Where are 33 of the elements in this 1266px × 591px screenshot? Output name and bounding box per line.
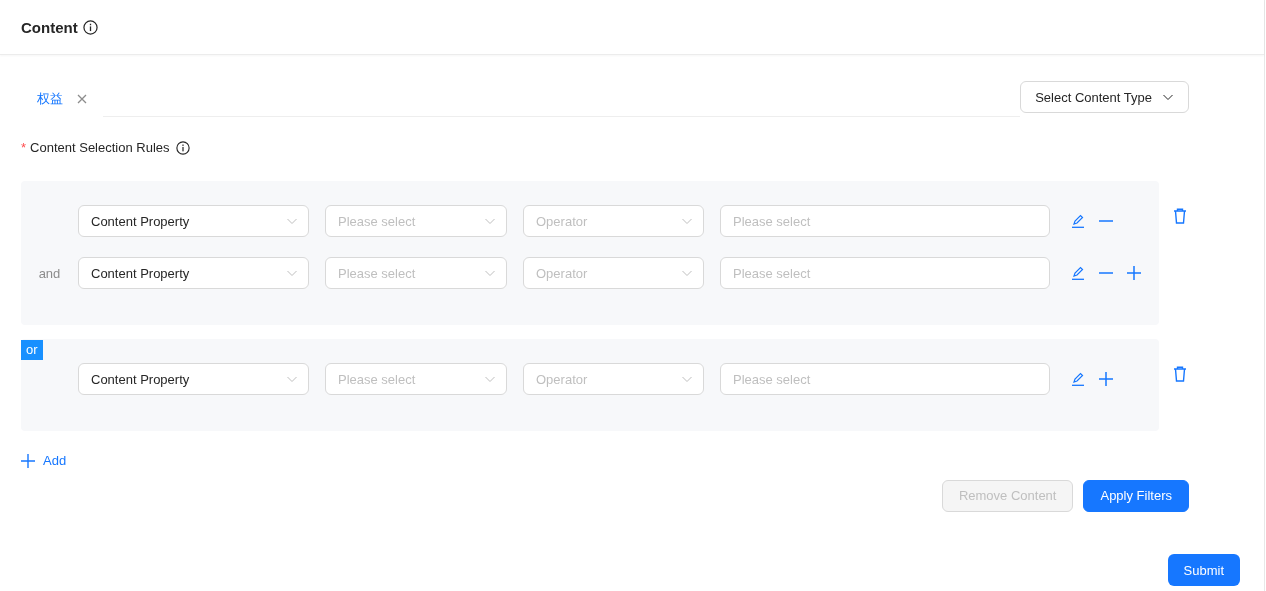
logic-label: and xyxy=(37,265,62,281)
add-link[interactable]: Add xyxy=(21,453,67,468)
operator-select[interactable]: Operator xyxy=(523,363,704,395)
field-select[interactable]: Content Property xyxy=(78,205,309,237)
property-select[interactable]: Please select xyxy=(325,257,507,289)
operator-select[interactable]: Operator xyxy=(523,205,704,237)
info-icon xyxy=(175,140,190,155)
content-type-dropdown[interactable]: Select Content Type xyxy=(1020,81,1189,113)
pencil-icon[interactable] xyxy=(1070,371,1086,387)
apply-button[interactable]: Apply Filters xyxy=(1083,479,1189,512)
plus-icon xyxy=(21,453,35,468)
section-title: Content xyxy=(21,18,78,36)
pencil-icon[interactable] xyxy=(1070,213,1086,229)
submit-button[interactable]: Submit xyxy=(1167,554,1240,586)
value-field[interactable]: Please select xyxy=(720,205,1050,237)
close-icon[interactable] xyxy=(77,94,87,104)
info-icon xyxy=(82,19,98,35)
connector-badge: or xyxy=(21,340,43,360)
value-field[interactable]: Please select xyxy=(720,257,1050,289)
field-select[interactable]: Content Property xyxy=(78,363,309,395)
value-field[interactable]: Please select xyxy=(720,363,1050,395)
trash-icon[interactable] xyxy=(1171,365,1189,383)
property-select[interactable]: Please select xyxy=(325,363,507,395)
trash-icon[interactable] xyxy=(1171,207,1189,225)
property-select[interactable]: Please select xyxy=(325,205,507,237)
tab[interactable]: 权益 xyxy=(21,81,103,117)
required-mark: * xyxy=(21,140,27,155)
field-select[interactable]: Content Property xyxy=(78,257,309,289)
rules-label: Content Selection Rules xyxy=(30,140,170,155)
plus-icon[interactable] xyxy=(1126,265,1142,281)
pencil-icon[interactable] xyxy=(1070,265,1086,281)
operator-select[interactable]: Operator xyxy=(523,257,704,289)
plus-icon[interactable] xyxy=(1098,371,1114,387)
